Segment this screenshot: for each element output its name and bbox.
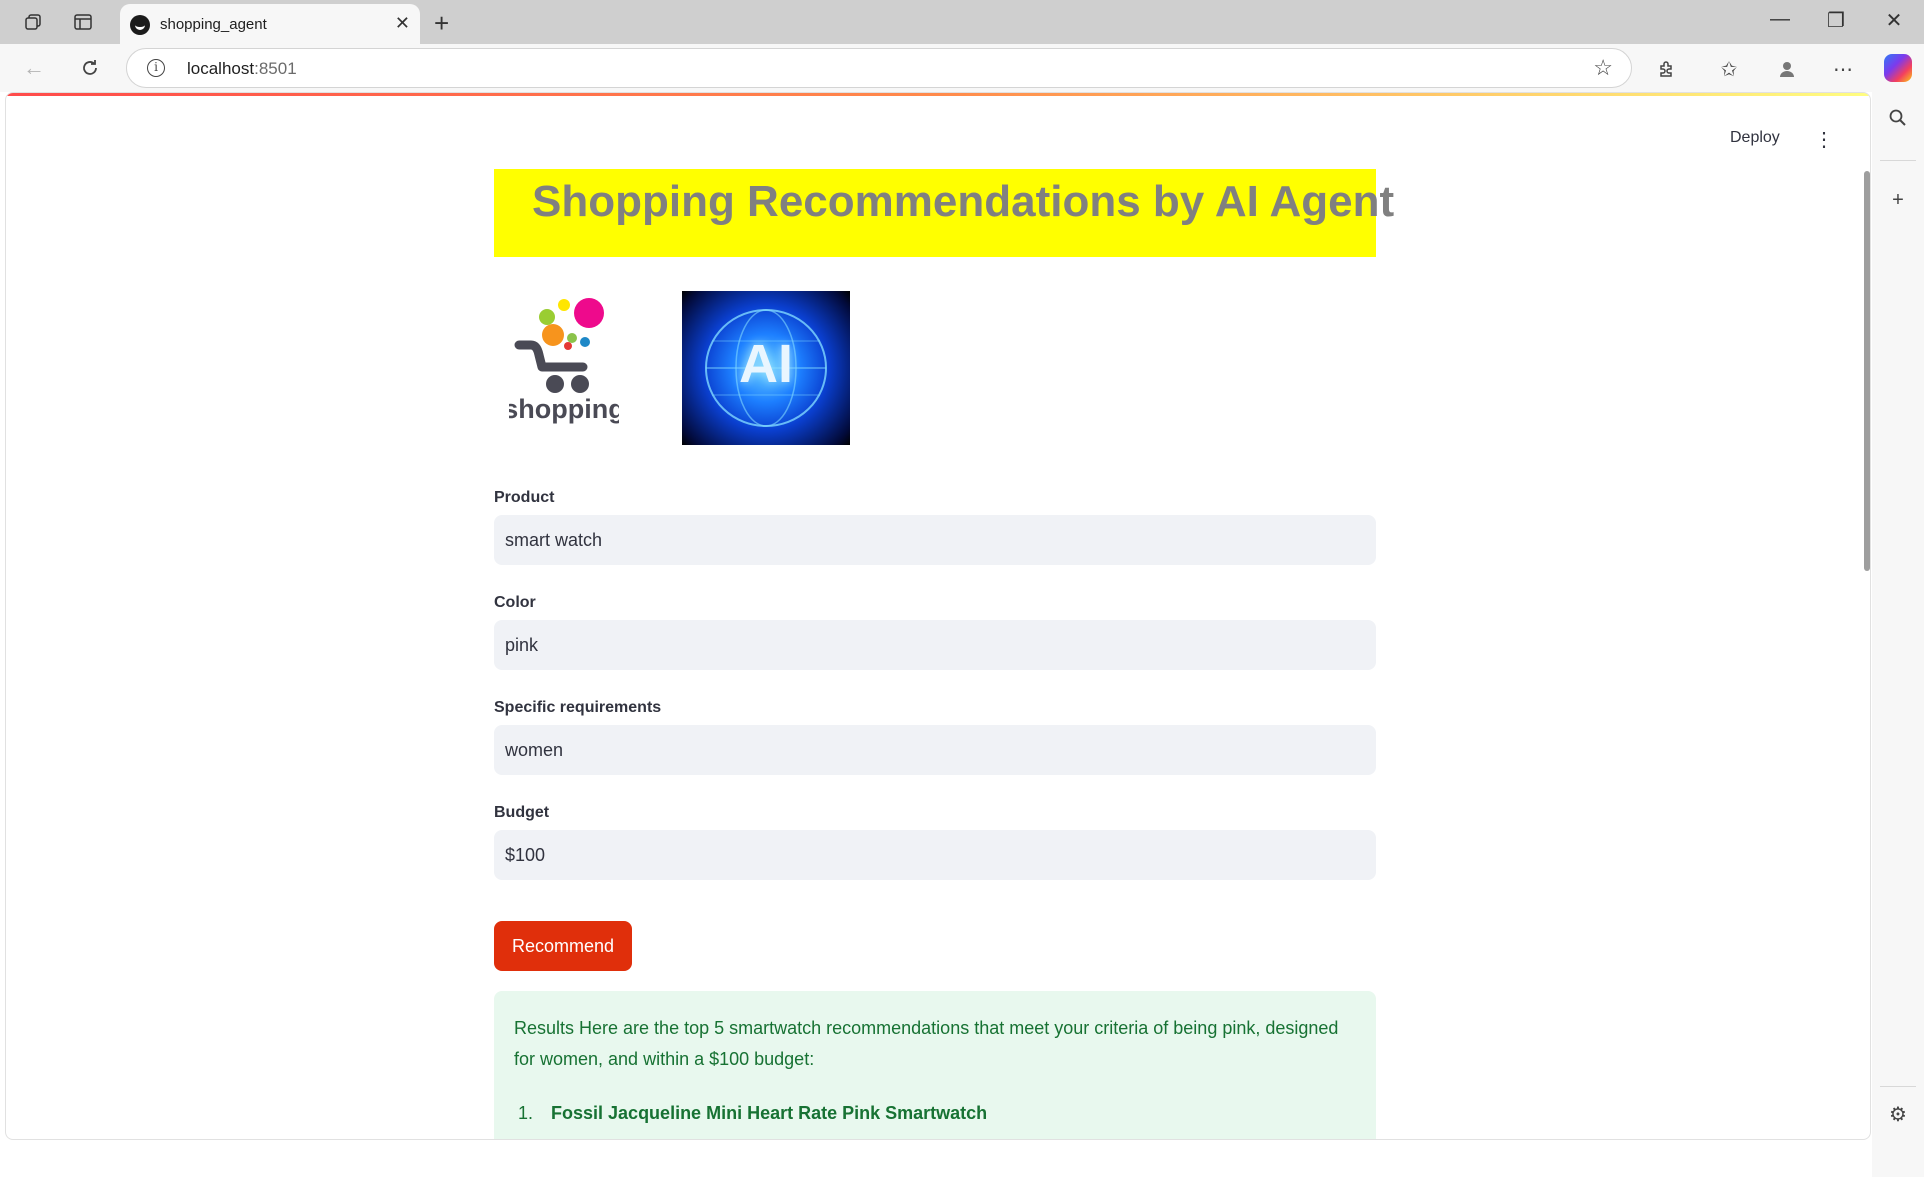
profile-icon[interactable] (1772, 54, 1802, 84)
list-item: 1. Fossil Jacqueline Mini Heart Rate Pink… (518, 1103, 987, 1124)
browser-titlebar: shopping_agent ✕ + — ❐ ✕ (0, 0, 1924, 44)
budget-input[interactable] (494, 830, 1376, 880)
refresh-icon[interactable] (76, 54, 104, 82)
list-item-number: 1. (518, 1103, 534, 1123)
shopping-logo: shopping (503, 285, 625, 425)
shopping-logo-text: shopping (509, 394, 619, 424)
address-url[interactable]: localhost:8501 (187, 59, 297, 79)
close-tab-icon[interactable]: ✕ (395, 13, 410, 34)
settings-gear-icon[interactable]: ⚙ (1884, 1100, 1912, 1128)
restore-icon[interactable]: ❐ (1816, 8, 1856, 33)
results-alert: Results Here are the top 5 smartwatch re… (494, 991, 1376, 1139)
back-icon[interactable]: ← (20, 54, 48, 82)
requirements-input[interactable] (494, 725, 1376, 775)
page-viewport: Deploy ⋮ Shopping Recommendations by AI … (5, 92, 1871, 1140)
tab-title: shopping_agent (160, 16, 267, 33)
deploy-button[interactable]: Deploy (1730, 129, 1780, 147)
workspaces-icon[interactable] (22, 11, 44, 33)
close-window-icon[interactable]: ✕ (1874, 8, 1914, 33)
scrollbar-thumb[interactable] (1864, 171, 1870, 571)
copilot-icon[interactable] (1884, 54, 1912, 82)
streamlit-favicon-icon (130, 15, 150, 35)
side-panel-divider (1880, 1086, 1916, 1087)
new-tab-icon[interactable]: + (434, 8, 449, 39)
requirements-label: Specific requirements (494, 699, 662, 716)
product-label: Product (494, 489, 555, 506)
list-item-name: Fossil Jacqueline Mini Heart Rate Pink S… (551, 1103, 988, 1123)
address-bar[interactable]: i localhost:8501 ☆ (126, 48, 1632, 88)
more-options-icon[interactable]: ⋯ (1828, 54, 1858, 84)
color-label: Color (494, 594, 536, 611)
side-panel-divider (1880, 160, 1916, 161)
vertical-tabs-icon[interactable] (72, 11, 94, 33)
search-icon[interactable] (1884, 104, 1912, 132)
minimize-icon[interactable]: — (1760, 8, 1800, 31)
favorite-star-icon[interactable]: ☆ (1593, 55, 1613, 81)
results-intro: Results Here are the top 5 smartwatch re… (514, 1018, 1339, 1069)
favorites-icon[interactable]: ✩ (1714, 54, 1744, 84)
extensions-icon[interactable] (1652, 54, 1682, 84)
decoration-bar (6, 93, 1870, 96)
page-title: Shopping Recommendations by AI Agent (532, 177, 1395, 226)
site-info-icon[interactable]: i (147, 59, 165, 77)
main-menu-icon[interactable]: ⋮ (1814, 127, 1834, 152)
color-input[interactable] (494, 620, 1376, 670)
ai-logo-text: AI (739, 334, 793, 394)
product-input[interactable] (494, 515, 1376, 565)
ai-logo: AI (682, 291, 850, 445)
add-icon[interactable]: + (1884, 186, 1912, 214)
browser-tab[interactable]: shopping_agent ✕ (120, 4, 420, 44)
browser-toolbar: ← i localhost:8501 ☆ ✩ ⋯ (0, 44, 1924, 92)
edge-side-panel: + ⚙ (1872, 92, 1924, 1177)
recommend-button[interactable]: Recommend (494, 921, 632, 971)
title-banner: Shopping Recommendations by AI Agent (494, 169, 1394, 257)
budget-label: Budget (494, 804, 550, 821)
